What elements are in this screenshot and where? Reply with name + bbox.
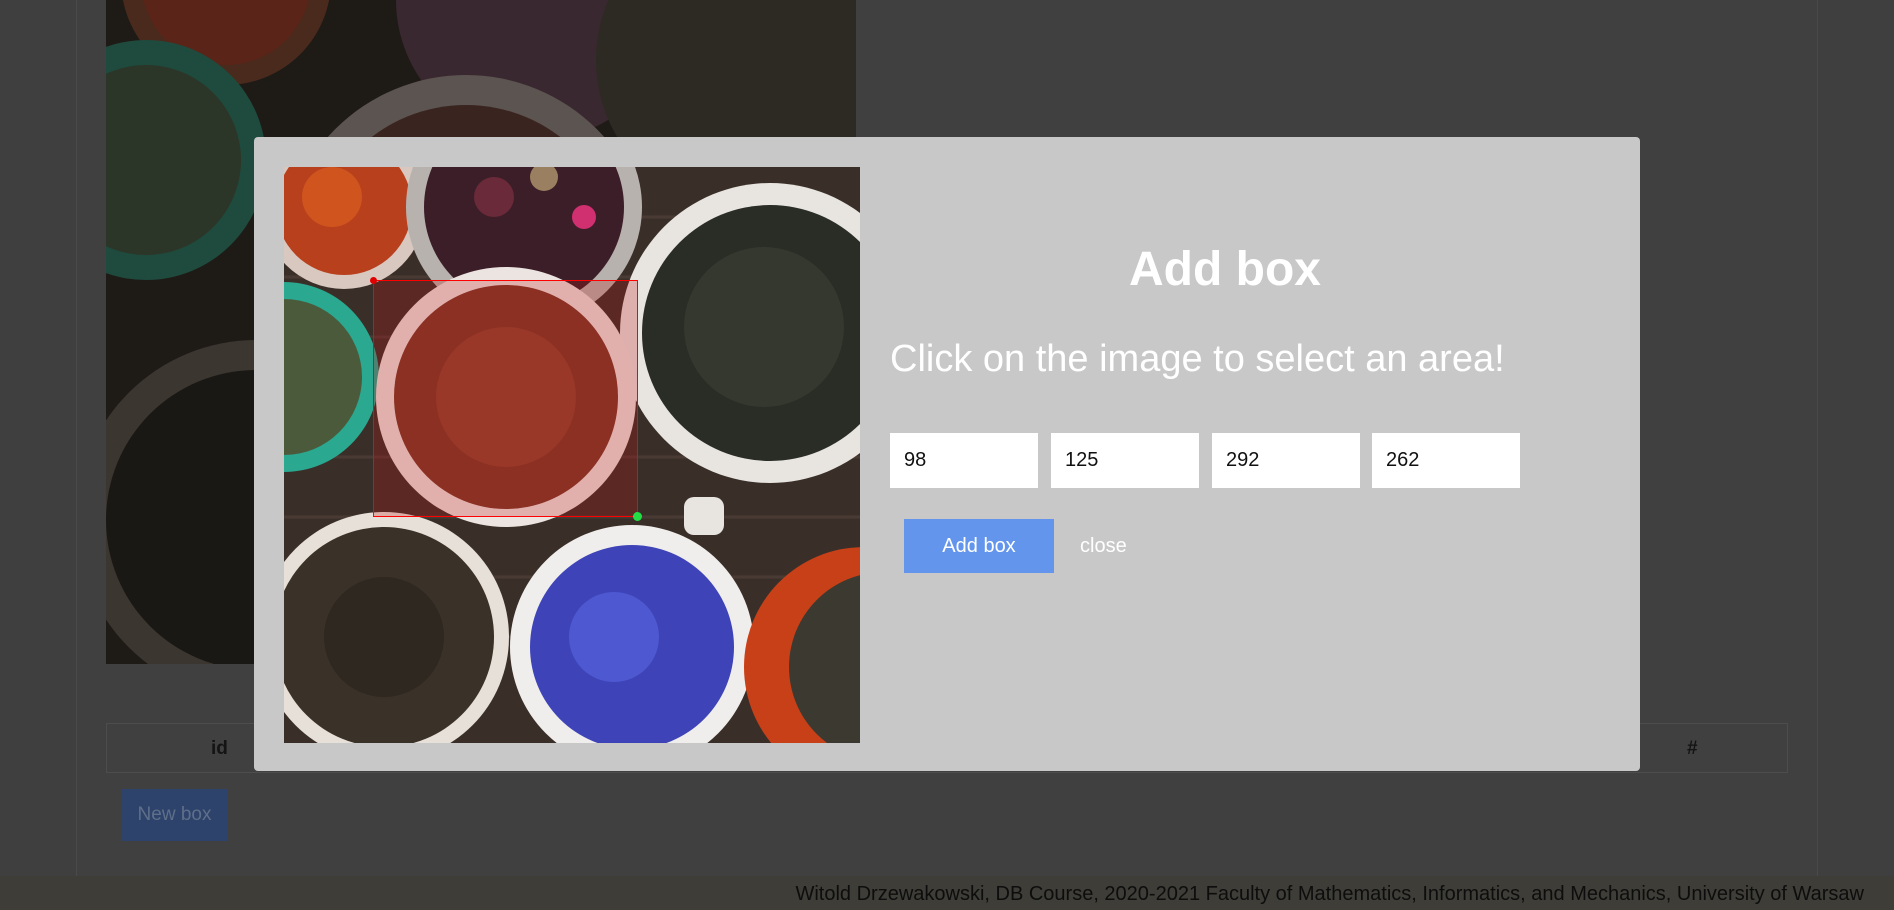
selection-box[interactable]	[370, 277, 642, 521]
red-dot-icon[interactable]	[370, 277, 377, 284]
add-box-button[interactable]: Add box	[904, 519, 1054, 573]
footer: Witold Drzewakowski, DB Course, 2020-202…	[0, 876, 1894, 910]
close-link[interactable]: close	[1080, 535, 1127, 558]
green-dot-icon[interactable]	[633, 512, 642, 521]
modal-instruction: Click on the image to select an area!	[890, 338, 1505, 380]
coord-input-x2[interactable]	[1212, 433, 1360, 488]
table-header-actions: #	[1687, 738, 1698, 759]
selectable-image[interactable]	[284, 167, 860, 743]
coord-input-y1[interactable]	[1051, 433, 1199, 488]
add-box-modal: Add box Click on the image to select an …	[254, 137, 1640, 771]
footer-text: Witold Drzewakowski, DB Course, 2020-202…	[795, 883, 1864, 905]
coord-input-y2[interactable]	[1372, 433, 1520, 488]
new-box-button[interactable]: New box	[121, 789, 228, 841]
modal-title: Add box	[1129, 243, 1321, 296]
table-header-id: id	[211, 738, 228, 759]
coord-input-x1[interactable]	[890, 433, 1038, 488]
